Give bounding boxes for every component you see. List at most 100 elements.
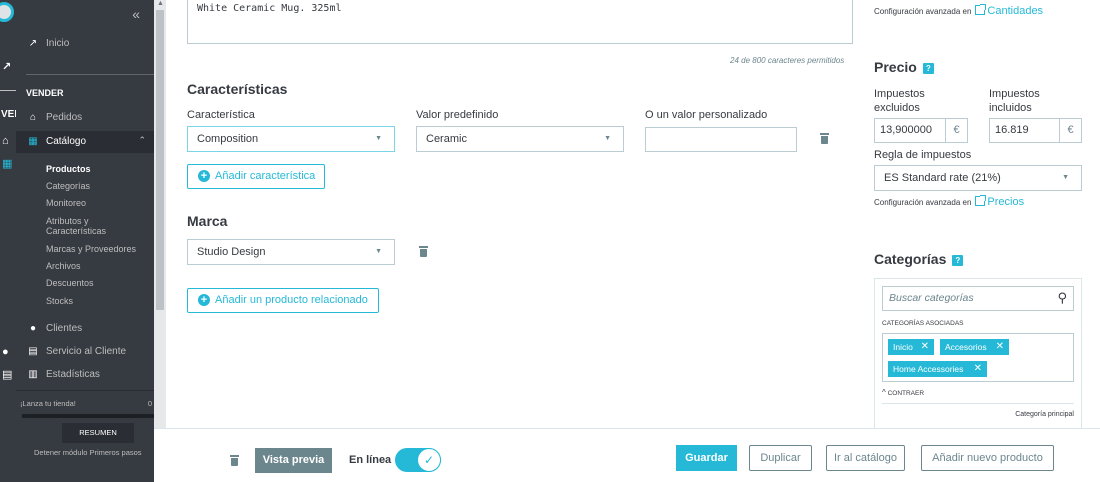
tax-included-label: Impuestos incluidos [989,87,1040,115]
sidebar-subitem-attributes-line2[interactable]: Características [46,226,106,236]
sidebar-scrollbar[interactable]: ▲ [154,0,166,482]
price-title-text: Precio [874,59,917,75]
sidebar-item-stats[interactable]: ▥ Estadísticas [16,369,154,383]
help-icon[interactable]: ? [952,254,964,266]
collapse-categories-label: CONTRAER [887,390,925,397]
quantities-link[interactable]: Cantidades [987,5,1043,17]
sidebar-subitem-products[interactable]: Productos [46,164,91,174]
scroll-up-icon[interactable]: ▲ [157,0,164,7]
predefined-value-select-value: Ceramic [426,133,467,145]
brand-select[interactable]: Studio Design ▼ [187,239,395,265]
remove-tag-icon[interactable]: ✕ [996,339,1004,355]
currency-addon: € [945,119,967,142]
duplicate-button[interactable]: Duplicar [749,445,812,471]
save-button[interactable]: Guardar [676,445,737,471]
add-feature-button[interactable]: + Añadir característica [187,164,325,189]
tax-excluded-label-line1: Impuestos [874,88,925,100]
stop-onboarding-link[interactable]: Detener módulo Primeros pasos [34,448,142,457]
resume-button[interactable]: RESUMEN [62,423,134,443]
sidebar-item-label: Inicio [46,38,70,49]
sidebar-item-customer-service[interactable]: ▤ Servicio al Cliente [16,346,154,360]
category-search-placeholder: Buscar categorías [889,292,974,304]
feature-column-label: Característica [187,109,255,121]
main-category-label: Categoría principal [1015,411,1074,418]
plus-circle-icon: + [198,294,210,306]
sidebar-subitem-categories[interactable]: Categorías [46,181,90,191]
sidebar-item-home[interactable]: ↗ Inicio [16,38,154,52]
preview-button[interactable]: Vista previa [255,448,332,473]
associated-tags-box: Inicio ✕ Accesorios ✕ Home Accessories ✕ [882,333,1074,382]
chevron-up-icon: ⌃ [138,135,146,145]
categories-panel: Buscar categorías ⚲ CATEGORÍAS ASOCIADAS… [874,278,1082,438]
char-counter: 24 de 800 caracteres permitidos [730,56,845,65]
sidebar-item-catalog[interactable]: ▦ Catálogo ⌃ [16,131,154,153]
basket-icon[interactable]: ⌂ [2,135,9,147]
help-icon[interactable]: ? [922,62,934,74]
sidebar-divider [26,74,154,75]
remove-tag-icon[interactable]: ✕ [974,361,982,377]
predefined-value-select[interactable]: Ceramic ▼ [416,126,624,152]
associated-categories-label: CATEGORÍAS ASOCIADAS [882,320,964,327]
advanced-settings-text: Configuración avanzada en [874,198,972,207]
tax-rule-select-value: ES Standard rate (21%) [884,172,1001,184]
delete-brand-icon[interactable] [419,246,428,257]
predefined-value-column-label: Valor predefinido [416,109,499,121]
sidebar-section-title: VENDER [26,88,64,98]
custom-value-column-label: O un valor personalizado [645,109,768,121]
category-tag-label: Accesorios [945,342,987,352]
tax-included-label-line1: Impuestos [989,88,1040,100]
external-link-icon [975,195,987,206]
chevron-up-icon: ^ [882,388,886,397]
plus-circle-icon: + [198,170,210,182]
prices-link[interactable]: Precios [987,196,1024,208]
account-icon[interactable]: ● [2,346,9,358]
chat-icon: ▤ [28,346,38,357]
custom-value-input[interactable] [645,127,797,152]
main-sidebar: « ↗ Inicio VENDER ⌂ Pedidos ▦ Catálogo ⌃… [16,0,154,482]
category-search-input[interactable]: Buscar categorías ⚲ [882,286,1074,311]
go-to-catalog-button[interactable]: Ir al catálogo [826,445,905,471]
launch-progress-percent: 0 [147,399,152,408]
sidebar-subitem-attributes[interactable]: Atributos y [46,216,89,226]
add-related-product-button[interactable]: + Añadir un producto relacionado [187,288,379,313]
sidebar-item-customers[interactable]: ● Clientes [16,323,154,337]
online-toggle[interactable]: ✓ [395,448,441,472]
sidebar-subitem-discounts[interactable]: Descuentos [46,278,94,288]
store-icon[interactable]: ▦ [2,157,12,170]
account-circle-icon: ● [29,323,37,334]
sidebar-subitem-files[interactable]: Archivos [46,261,81,271]
chat-icon[interactable]: ▤ [2,368,12,381]
collapse-sidebar-icon[interactable]: « [132,6,140,22]
strip-section-text: VEI [1,109,18,120]
search-icon[interactable]: ⚲ [1057,286,1067,309]
category-tag-label: Home Accessories [893,364,964,374]
feature-select-value: Composition [197,133,259,145]
tax-rule-label: Regla de impuestos [874,149,972,161]
categories-divider [882,403,1074,404]
sidebar-item-orders[interactable]: ⌂ Pedidos [16,112,154,126]
caret-down-icon: ▼ [375,248,382,255]
remove-tag-icon[interactable]: ✕ [921,339,929,355]
categories-title: Categorías? [874,251,964,267]
tax-rule-select[interactable]: ES Standard rate (21%) ▼ [874,165,1082,191]
feature-select[interactable]: Composition ▼ [187,126,395,152]
summary-textarea[interactable]: White Ceramic Mug. 325ml [187,0,853,44]
delete-product-icon[interactable] [230,455,239,466]
sidebar-subitem-stocks[interactable]: Stocks [46,296,73,306]
collapse-categories-link[interactable]: ^ CONTRAER [882,388,924,397]
shop-logo-icon[interactable] [0,2,14,22]
sidebar-subitem-brands[interactable]: Marcas y Proveedores [46,244,136,254]
trend-icon[interactable]: ↗ [2,60,11,73]
scrollbar-thumb[interactable] [156,10,164,310]
caret-down-icon: ▼ [1062,174,1069,181]
quantities-advanced-link: Configuración avanzada en Cantidades [874,4,1043,17]
add-new-product-button[interactable]: Añadir nuevo producto [921,445,1054,471]
external-link-icon [975,4,987,15]
sidebar-item-label: Servicio al Cliente [46,346,127,357]
bar-chart-icon: ▥ [28,369,38,380]
price-tax-included-input[interactable]: 16.819 € [989,118,1082,143]
price-tax-excluded-input[interactable]: 13,900000 € [874,118,968,143]
delete-feature-icon[interactable] [820,133,829,144]
sidebar-subitem-monitoring[interactable]: Monitoreo [46,198,86,208]
category-tag-label: Inicio [893,342,913,352]
